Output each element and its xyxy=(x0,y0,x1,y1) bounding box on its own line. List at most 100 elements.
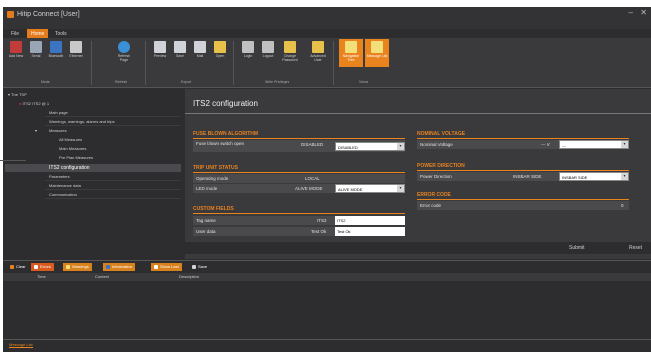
save-messages-button[interactable]: Save xyxy=(189,263,211,271)
tree-item-maintenance-data[interactable]: Maintenance data xyxy=(49,183,81,188)
ribbon-separator xyxy=(145,41,146,85)
user-data-input[interactable]: Test Ok xyxy=(335,227,405,236)
preview-button[interactable]: Preview xyxy=(151,41,169,58)
action-bar: Submit Reset xyxy=(185,242,651,254)
fuse-blown-select[interactable]: DISABLED ▾ xyxy=(335,142,405,151)
power-direction-label: Power Direction xyxy=(420,173,452,179)
add-device-icon xyxy=(10,41,22,53)
open-folder-icon xyxy=(214,41,226,53)
ribbon: Add New Serial Bluetooth Ethernet Mode R… xyxy=(3,38,651,88)
error-code-value: 0 xyxy=(621,202,624,208)
tag-name-input[interactable]: ITS2 xyxy=(335,216,405,225)
power-direction-value: INSBAR SIDE xyxy=(513,173,542,179)
bluetooth-icon xyxy=(50,41,62,53)
tree-item-measures[interactable]: Measures xyxy=(49,128,67,133)
row-fuse-blown: Fuse blown switch open DISABLED DISABLED… xyxy=(193,140,405,152)
error-code-label: Error code xyxy=(420,202,442,208)
section-power-direction: POWER DIRECTION xyxy=(417,163,465,169)
nominal-voltage-select[interactable]: --- ▾ xyxy=(559,140,629,149)
logout-button[interactable]: Logout xyxy=(259,41,277,58)
title-bar: Hitip Connect [User] – ✕ xyxy=(3,7,651,29)
error-icon xyxy=(34,264,38,269)
tab-tools[interactable]: Tools xyxy=(51,29,71,38)
section-fuse-blown: FUSE BLOWN ALGORITHM xyxy=(193,131,259,137)
close-button[interactable]: ✕ xyxy=(640,8,647,17)
tree-expander-measures[interactable]: ▾ xyxy=(35,128,37,133)
tree-item-its2-configuration[interactable]: ITS2 configuration xyxy=(49,165,90,171)
unlock-icon xyxy=(262,41,274,53)
ribbon-group-write-privileges: Write Privileges xyxy=(265,80,290,84)
tree-item-parameters[interactable]: Parameters xyxy=(49,174,70,179)
fuse-blown-label: Fuse blown switch open xyxy=(196,140,245,146)
section-trip-unit: TRIP UNIT STATUS xyxy=(193,165,238,171)
led-mode-value: ALIVE MODE xyxy=(295,185,323,191)
add-new-button[interactable]: Add New xyxy=(7,41,25,58)
chevron-down-icon: ▾ xyxy=(621,173,628,180)
row-led-mode: LED mode ALIVE MODE ALIVE MODE ▾ xyxy=(193,184,405,193)
tree-item-main-measures[interactable]: Main Measures xyxy=(59,146,86,151)
ribbon-separator xyxy=(91,41,92,85)
information-icon xyxy=(106,264,110,269)
column-description[interactable]: Description xyxy=(179,274,199,279)
tab-home[interactable]: Home xyxy=(27,29,49,38)
led-mode-select[interactable]: ALIVE MODE ▾ xyxy=(335,184,405,193)
minimize-button[interactable]: – xyxy=(629,8,633,17)
lock-icon xyxy=(242,41,254,53)
save-export-button[interactable]: Save xyxy=(171,41,189,58)
message-list-icon xyxy=(371,41,383,53)
led-mode-label: LED mode xyxy=(196,185,218,191)
tree-item-warnings[interactable]: Warnings, warnings, alarms and trips xyxy=(49,119,115,124)
chevron-down-icon: ▾ xyxy=(397,143,404,150)
user-data-label: User data xyxy=(196,228,216,234)
tree-item-pre-plan-measures[interactable]: Pre Plan Measures xyxy=(59,155,93,160)
bluetooth-button[interactable]: Bluetooth xyxy=(47,41,65,58)
power-direction-select[interactable]: INSBAR SIDE ▾ xyxy=(559,172,629,181)
tab-message-list[interactable]: Message List xyxy=(9,342,33,348)
mail-icon xyxy=(194,41,206,53)
login-button[interactable]: Login xyxy=(239,41,257,58)
refresh-icon xyxy=(118,41,130,53)
navigation-tree-button[interactable]: Navigation Tree xyxy=(339,39,363,67)
open-button[interactable]: Open xyxy=(211,41,229,58)
operating-mode-value: LOCAL xyxy=(305,175,320,181)
section-nominal-voltage: NOMINAL VOLTAGE xyxy=(417,131,466,137)
serial-button[interactable]: Serial xyxy=(27,41,45,58)
ribbon-separator xyxy=(233,41,234,85)
status-footer: Message List xyxy=(3,339,651,352)
message-list[interactable] xyxy=(3,281,651,339)
tree-root[interactable]: ▾ The TSP xyxy=(8,92,27,97)
reset-button[interactable]: Reset xyxy=(629,245,642,251)
refresh-page-button[interactable]: Refresh Page xyxy=(115,41,133,62)
tab-file[interactable]: File xyxy=(7,29,23,38)
message-list-button[interactable]: Message List xyxy=(365,39,389,67)
column-time[interactable]: Time xyxy=(37,274,46,279)
navigation-tree-icon xyxy=(345,41,357,53)
tree-item-communication[interactable]: Communication xyxy=(49,192,77,197)
configuration-panel: ITS2 configuration FUSE BLOWN ALGORITHM … xyxy=(185,89,651,259)
column-context[interactable]: Context xyxy=(95,274,109,279)
submit-button[interactable]: Submit xyxy=(569,245,585,251)
change-password-button[interactable]: Change Password xyxy=(281,41,299,62)
clear-messages-button[interactable]: Clear xyxy=(7,263,29,271)
mail-button[interactable]: Mail xyxy=(191,41,209,58)
warning-icon xyxy=(66,264,70,269)
warnings-filter-button[interactable]: Warnings xyxy=(63,263,92,271)
callout-line xyxy=(0,160,26,161)
tree-device[interactable]: ● ITS2 ITS2 @ 1 xyxy=(19,101,49,106)
information-filter-button[interactable]: Information xyxy=(103,263,136,271)
errors-filter-button[interactable]: Errors xyxy=(31,263,54,271)
show-last-button[interactable]: Show Last xyxy=(151,263,182,271)
tree-item-all-measures[interactable]: All Measures xyxy=(59,137,82,142)
ethernet-icon xyxy=(70,41,82,53)
tag-name-label: Tag name xyxy=(196,217,216,223)
save-icon xyxy=(192,264,196,269)
tree-item-main-page[interactable]: Main page xyxy=(49,110,68,115)
app-logo-icon xyxy=(7,11,14,18)
advanced-user-button[interactable]: Advanced User xyxy=(309,41,327,62)
show-last-icon xyxy=(154,264,158,269)
fuse-blown-value: DISABLED xyxy=(301,141,324,147)
nominal-voltage-label: Nominal Voltage xyxy=(420,141,453,147)
page-title: ITS2 configuration xyxy=(193,99,258,108)
ethernet-button[interactable]: Ethernet xyxy=(67,41,85,58)
serial-port-icon xyxy=(30,41,42,53)
